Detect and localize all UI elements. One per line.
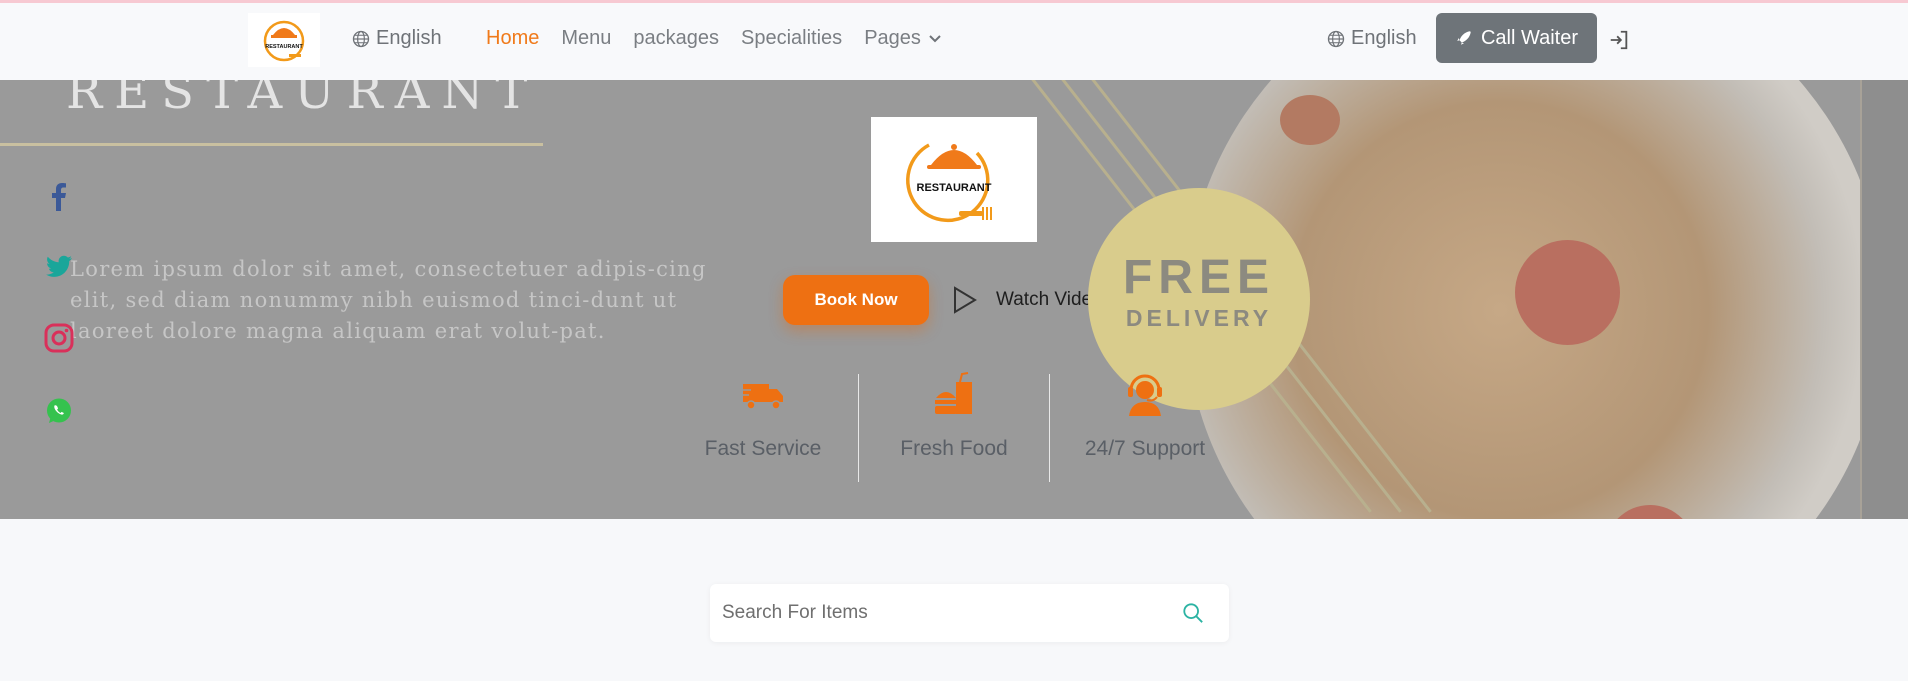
globe-icon bbox=[1327, 30, 1345, 47]
svg-text:RESTAURANT: RESTAURANT bbox=[265, 44, 303, 50]
badge-line-1: FREE bbox=[1122, 251, 1275, 304]
language-label: English bbox=[376, 27, 442, 49]
hero-logo: RESTAURANT bbox=[871, 117, 1037, 242]
feature-fresh-food: Fresh Food bbox=[859, 372, 1049, 461]
support-agent-icon bbox=[1128, 374, 1162, 416]
navbar: RESTAURANT English Home Menu packages Sp… bbox=[0, 3, 1908, 80]
instagram-icon bbox=[44, 323, 74, 353]
hero-banner: RESTAURANT Lorem ipsum dolor sit amet, c… bbox=[0, 80, 1908, 519]
feature-label: 24/7 Support bbox=[1084, 437, 1206, 460]
language-selector-right[interactable]: English bbox=[1327, 27, 1417, 50]
twitter-link[interactable] bbox=[44, 252, 74, 282]
restaurant-logo-icon: RESTAURANT bbox=[906, 142, 992, 222]
twitter-icon bbox=[46, 255, 72, 277]
main-nav: Home Menu packages Specialities Pages bbox=[486, 27, 941, 50]
feature-label: Fresh Food bbox=[900, 437, 1008, 460]
book-now-button[interactable]: Book Now bbox=[783, 275, 929, 325]
search-icon[interactable] bbox=[1182, 602, 1204, 624]
watch-video-button[interactable]: Watch Video bbox=[952, 284, 1103, 316]
badge-line-2: DELIVERY bbox=[1125, 305, 1273, 331]
hero-title: RESTAURANT bbox=[66, 80, 540, 120]
nav-home[interactable]: Home bbox=[486, 27, 539, 50]
burger-drink-icon bbox=[935, 372, 972, 414]
hero-description: Lorem ipsum dolor sit amet, consectetuer… bbox=[70, 257, 707, 343]
feature-support: 24/7 Support bbox=[1050, 372, 1240, 461]
instagram-link[interactable] bbox=[44, 323, 74, 353]
call-waiter-label: Call Waiter bbox=[1480, 26, 1579, 49]
nav-packages[interactable]: packages bbox=[633, 27, 719, 50]
rocket-icon bbox=[1457, 31, 1471, 45]
search-bar bbox=[710, 584, 1229, 642]
watch-video-label: Watch Video bbox=[996, 289, 1103, 310]
whatsapp-link[interactable] bbox=[44, 396, 74, 426]
feature-label: Fast Service bbox=[704, 437, 822, 460]
chevron-down-icon bbox=[929, 35, 941, 43]
language-label: English bbox=[1351, 27, 1417, 49]
svg-text:RESTAURANT: RESTAURANT bbox=[917, 182, 992, 194]
restaurant-logo-icon: RESTAURANT bbox=[263, 20, 305, 62]
nav-specialities[interactable]: Specialities bbox=[741, 27, 842, 50]
whatsapp-icon bbox=[47, 398, 71, 423]
play-icon bbox=[954, 286, 977, 314]
sign-in-icon[interactable] bbox=[1608, 29, 1630, 51]
search-input[interactable] bbox=[722, 584, 1162, 642]
nav-pages-dropdown[interactable]: Pages bbox=[864, 27, 941, 50]
brand-logo[interactable]: RESTAURANT bbox=[248, 13, 320, 67]
nav-pages-label: Pages bbox=[864, 27, 921, 49]
facebook-icon bbox=[52, 183, 66, 211]
call-waiter-button[interactable]: Call Waiter bbox=[1436, 13, 1597, 63]
feature-fast-service: Fast Service bbox=[668, 372, 858, 461]
decor-strip bbox=[1860, 80, 1908, 519]
facebook-link[interactable] bbox=[44, 182, 74, 212]
language-selector-left[interactable]: English bbox=[352, 27, 442, 50]
globe-icon bbox=[352, 30, 370, 47]
delivery-truck-icon bbox=[741, 384, 783, 410]
title-underline bbox=[0, 143, 543, 146]
nav-menu[interactable]: Menu bbox=[561, 27, 611, 50]
